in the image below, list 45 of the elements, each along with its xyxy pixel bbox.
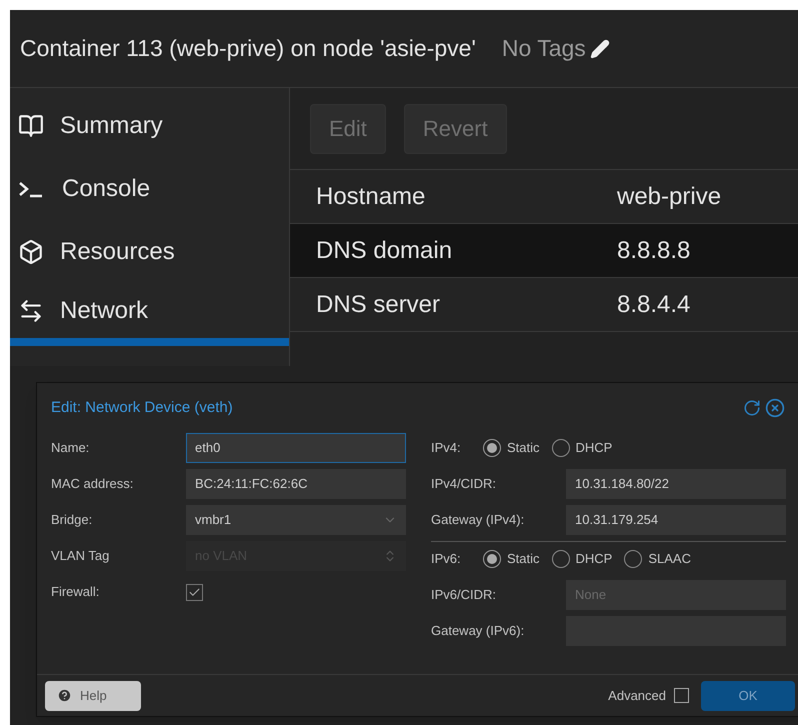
advanced-checkbox[interactable] <box>674 688 689 703</box>
field-label: Firewall: <box>51 583 100 602</box>
advanced-label: Advanced <box>608 686 666 705</box>
field-label: IPv4: <box>431 439 462 458</box>
field-label: Bridge: <box>51 511 94 530</box>
help-icon <box>57 688 72 703</box>
reset-icon[interactable] <box>743 399 761 417</box>
check-icon <box>188 586 201 598</box>
property-name: DNS server <box>315 290 442 320</box>
help-button[interactable]: Help <box>45 680 141 710</box>
radio-option[interactable]: Static <box>483 438 540 458</box>
property-value: 8.8.8.8 <box>617 236 690 266</box>
pencil-icon <box>590 38 610 58</box>
field-label: Gateway (IPv6): <box>431 622 526 640</box>
field-label: IPv4/CIDR: <box>431 475 498 494</box>
field-label: Name: <box>51 439 90 458</box>
page-title: Container 113 (web-prive) on node 'asie-pve' <box>20 34 476 64</box>
property-name: DNS domain <box>315 236 454 266</box>
input-field[interactable]: 10.31.184.80/22 <box>566 469 786 499</box>
property-name: Hostname <box>315 182 426 212</box>
field-label: VLAN Tag <box>51 547 110 566</box>
sidebar-item[interactable]: Summary <box>10 94 289 157</box>
sidebar-item[interactable]: Console <box>10 157 289 220</box>
property-value: 8.8.4.4 <box>617 290 690 320</box>
property-value: web-prive <box>617 182 722 212</box>
sidebar-item[interactable]: Resources <box>10 220 289 283</box>
field-label: Gateway (IPv4): <box>431 511 526 530</box>
field-label: IPv6: <box>431 550 462 568</box>
close-icon[interactable] <box>765 398 785 418</box>
radio-option[interactable]: DHCP <box>552 549 612 569</box>
field-label: IPv6/CIDR: <box>431 586 498 604</box>
input-field[interactable]: eth0 <box>186 433 406 463</box>
radio-option[interactable]: DHCP <box>552 438 612 458</box>
radio-option[interactable]: Static <box>483 549 540 569</box>
checkbox[interactable] <box>186 584 203 600</box>
dialog-title: Edit: Network Device (veth) <box>51 398 233 418</box>
input-field[interactable]: BC:24:11:FC:62:6C <box>186 469 406 499</box>
book-icon <box>18 112 44 138</box>
radio-option[interactable]: SLAAC <box>624 549 691 569</box>
cube-icon <box>18 238 44 264</box>
dropdown[interactable]: vmbr1 <box>186 505 406 535</box>
field-label: MAC address: <box>51 475 134 494</box>
table-row[interactable]: DNS domain 8.8.8.8 <box>290 224 798 278</box>
input-field[interactable]: 10.31.179.254 <box>566 505 786 535</box>
tags-button[interactable]: No Tags <box>502 31 610 66</box>
